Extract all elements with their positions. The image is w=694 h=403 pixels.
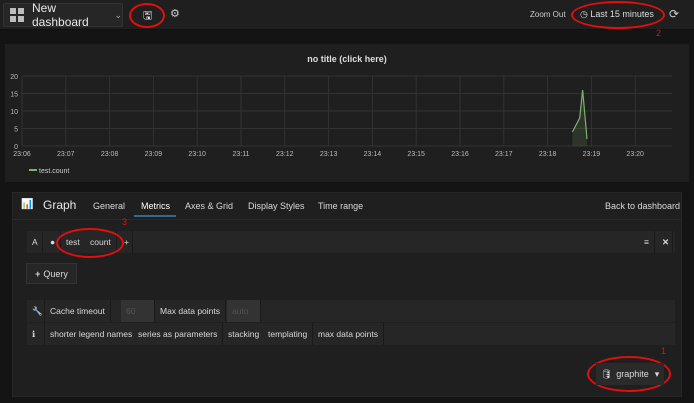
- top-nav: New dashboard ⌄ 🖫 ⚙ Zoom Out ◷ Last 15 m…: [0, 0, 694, 30]
- options-row: 🔧 Cache timeout 60 Max data points auto: [27, 300, 675, 322]
- tab-metrics[interactable]: Metrics: [141, 201, 170, 211]
- chart: 0 5 10 15 20 23:06 23:07 23:08 23:09 23:10 23:11 23…: [10, 74, 672, 175]
- help-max-data-points[interactable]: max data points: [313, 323, 385, 345]
- plus-icon: +: [35, 268, 41, 279]
- query-row: A ● test count + ≡ ✕: [27, 231, 675, 253]
- y-tick-label: 0: [14, 144, 18, 151]
- datasource-select[interactable]: 🛢 graphite ▾: [596, 363, 664, 385]
- wrench-icon: 🔧: [27, 300, 45, 322]
- x-tick-label: 23:17: [495, 151, 513, 158]
- info-icon: ℹ: [27, 323, 45, 345]
- x-tick-label: 23:15: [407, 151, 425, 158]
- help-shorter-legend-names[interactable]: shorter legend names: [45, 323, 139, 345]
- x-tick-label: 23:12: [276, 151, 294, 158]
- y-tick-label: 15: [10, 92, 18, 99]
- add-query-button[interactable]: + Query: [26, 263, 77, 284]
- help-row: ℹ shorter legend names series as paramet…: [27, 323, 675, 345]
- dashboard-title: New dashboard: [32, 1, 89, 29]
- help-templating[interactable]: templating: [263, 323, 314, 345]
- x-tick-label: 23:14: [364, 151, 382, 158]
- x-tick-label: 23:18: [539, 151, 557, 158]
- gear-icon[interactable]: ⚙: [170, 7, 180, 20]
- graph-panel: no title (click here) 0 5 10 15 20 23:06 23:07…: [5, 44, 689, 182]
- cache-timeout-label: Cache timeout: [45, 300, 111, 322]
- y-tick-label: 5: [14, 127, 18, 134]
- back-to-dashboard-link[interactable]: Back to dashboard: [605, 201, 680, 211]
- annotation-1: 1: [661, 346, 667, 356]
- annotation-3: 3: [122, 217, 128, 227]
- help-series-as-parameters[interactable]: series as parameters: [133, 323, 224, 345]
- add-query-label: Query: [43, 268, 68, 279]
- time-range-label: Last 15 minutes: [590, 9, 654, 19]
- x-tick-label: 23:08: [101, 151, 119, 158]
- remove-query-icon[interactable]: ✕: [657, 231, 673, 253]
- y-tick-label: 10: [10, 109, 18, 116]
- caret-down-icon: ⌄: [114, 9, 122, 20]
- database-icon: 🛢: [600, 368, 613, 379]
- clock-icon: ◷: [580, 9, 588, 19]
- tab-display-styles[interactable]: Display Styles: [248, 201, 305, 211]
- bar-chart-icon: 📊: [21, 199, 34, 210]
- x-tick-label: 23:09: [145, 151, 163, 158]
- save-icon[interactable]: 🖫: [143, 7, 152, 26]
- help-stacking[interactable]: stacking: [223, 323, 266, 345]
- tab-time-range[interactable]: Time range: [318, 201, 363, 211]
- query-ref: A: [27, 231, 43, 253]
- x-tick-label: 23:19: [583, 151, 601, 158]
- dashboard-picker[interactable]: New dashboard ⌄: [3, 1, 123, 29]
- refresh-icon[interactable]: ⟳: [669, 7, 679, 21]
- tab-axes-grid[interactable]: Axes & Grid: [185, 201, 233, 211]
- dashboard-grid-icon: [10, 8, 24, 22]
- tab-general[interactable]: General: [93, 201, 125, 211]
- annotation-2: 2: [656, 28, 662, 38]
- x-tick-label: 23:11: [233, 151, 250, 158]
- y-tick-label: 20: [10, 74, 18, 81]
- panel-type: Graph: [43, 198, 77, 212]
- time-range-picker[interactable]: ◷ Last 15 minutes: [580, 9, 654, 20]
- zoom-out-button[interactable]: Zoom Out: [530, 10, 566, 19]
- panel-editor: 📊 Graph General Metrics Axes & Grid Disp…: [12, 192, 682, 397]
- max-data-points-label: Max data points: [155, 300, 227, 322]
- datasource-label: graphite: [616, 369, 649, 379]
- x-tick-label: 23:07: [57, 151, 75, 158]
- caret-down-icon: ▾: [654, 368, 660, 379]
- legend-item: test.count: [39, 168, 69, 175]
- x-tick-label: 23:10: [188, 151, 206, 158]
- menu-icon[interactable]: ≡: [639, 231, 655, 253]
- max-data-points-input[interactable]: auto: [227, 300, 261, 322]
- x-tick-label: 23:20: [626, 151, 644, 158]
- x-tick-label: 23:13: [320, 151, 338, 158]
- x-tick-label: 23:16: [451, 151, 469, 158]
- cache-timeout-input[interactable]: 60: [121, 300, 155, 322]
- x-tick-label: 23:06: [13, 151, 31, 158]
